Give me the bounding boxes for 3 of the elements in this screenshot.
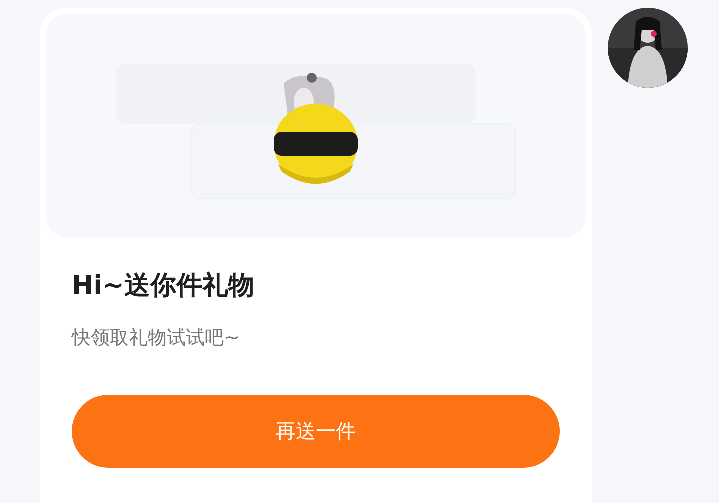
gift-title: Hi~送你件礼物 bbox=[72, 270, 254, 303]
send-again-button[interactable]: 再送一件 bbox=[72, 395, 560, 468]
gift-subtitle: 快领取礼物试试吧~ bbox=[72, 326, 240, 351]
